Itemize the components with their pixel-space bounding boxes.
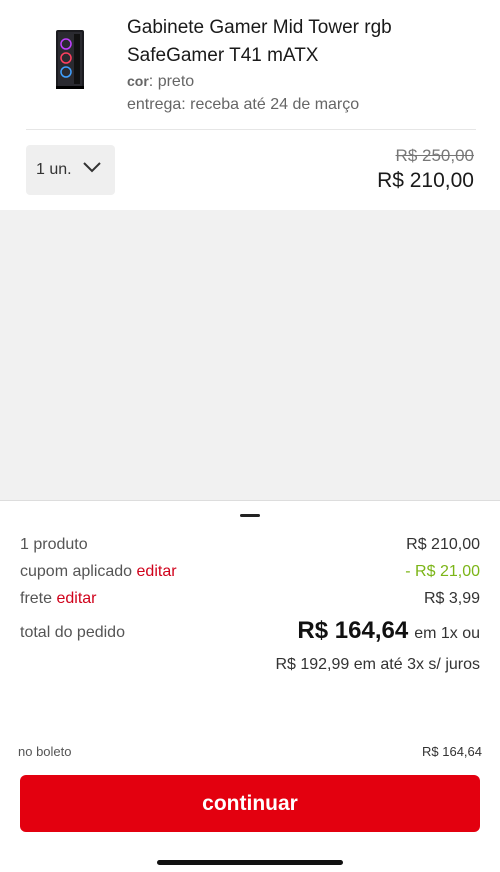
boleto-label: no boleto — [18, 744, 72, 759]
quantity-value: 1 un. — [36, 161, 72, 178]
coupon-value: - R$ 21,00 — [405, 563, 480, 580]
product-card: Gabinete Gamer Mid Tower rgb SafeGamer T… — [0, 0, 500, 210]
color-value: : preto — [148, 73, 195, 90]
product-color: cor: preto — [127, 73, 194, 91]
total-suffix: em 1x ou — [414, 625, 480, 642]
divider — [26, 129, 476, 130]
products-label: 1 produto — [20, 536, 88, 553]
price-old: R$ 250,00 — [395, 146, 474, 165]
coupon-row: cupom aplicado editar - R$ 21,00 — [20, 563, 480, 581]
continue-button[interactable]: continuar — [20, 775, 480, 832]
price-new: R$ 210,00 — [377, 169, 474, 192]
order-summary-sheet: 1 produto R$ 210,00 cupom aplicado edita… — [0, 500, 500, 872]
home-indicator — [157, 860, 343, 865]
chevron-down-icon — [83, 162, 101, 173]
total-label: total do pedido — [20, 624, 125, 641]
products-row: 1 produto R$ 210,00 — [20, 536, 480, 554]
shipping-value: R$ 3,99 — [423, 590, 480, 607]
products-value: R$ 210,00 — [406, 536, 480, 553]
delivery-info: entrega: receba até 24 de março — [127, 96, 360, 113]
shipping-row: frete editar R$ 3,99 — [20, 590, 480, 608]
pc-case-icon[interactable] — [44, 26, 96, 92]
installments-info: R$ 192,99 em até 3x s/ juros — [275, 656, 480, 673]
sheet-handle[interactable] — [240, 514, 260, 517]
coupon-label: cupom aplicado — [20, 563, 133, 580]
total-line: R$ 164,64 em 1x ou — [297, 617, 480, 645]
boleto-value: R$ 164,64 — [422, 744, 482, 759]
product-title[interactable]: Gabinete Gamer Mid Tower rgb SafeGamer T… — [127, 14, 487, 70]
backdrop-overlay — [0, 210, 500, 500]
quantity-select[interactable]: 1 un. — [26, 145, 115, 195]
shipping-label: frete — [20, 590, 53, 607]
edit-coupon-link[interactable]: editar — [137, 563, 177, 580]
edit-shipping-link[interactable]: editar — [56, 590, 96, 607]
color-label: cor — [127, 73, 149, 89]
total-value: R$ 164,64 — [297, 617, 409, 644]
